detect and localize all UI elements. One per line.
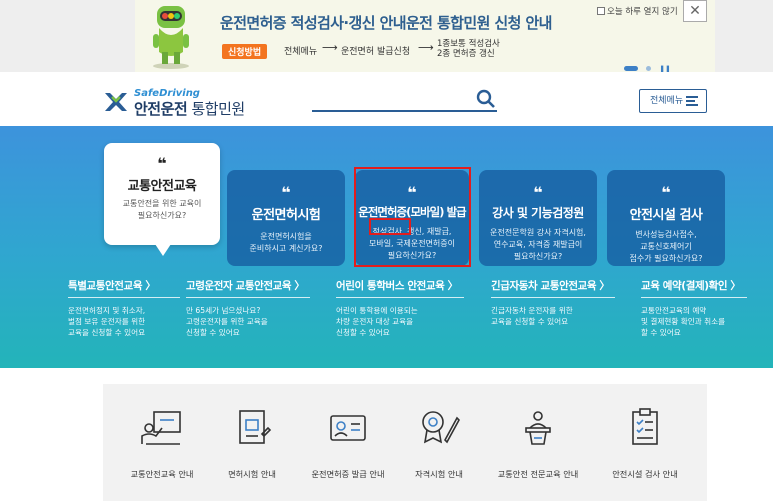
card-title: 강사 및 기능검정원 bbox=[492, 206, 584, 220]
card-title: 안전시설 검사 bbox=[629, 208, 703, 223]
card-description: 변사성능검사접수, 교통신호제어기 접수가 필요하신가요? bbox=[629, 230, 703, 263]
link-title[interactable]: 긴급자동차 교통안전교육 〉 bbox=[491, 278, 615, 298]
card-description: 운전면허시험을 준비하시고 계신가요? bbox=[249, 232, 323, 253]
banner-slider-indicator[interactable]: ❚❚ ▶ bbox=[624, 58, 674, 92]
link-description: 교통안전교육의 예약 및 결제현황 확인과 취소를 할 수 있어요 bbox=[641, 306, 726, 337]
close-banner-button[interactable]: ✕ bbox=[683, 0, 707, 22]
guide-label: 자격시험 안내 bbox=[415, 469, 463, 479]
link-title[interactable]: 특별교통안전교육 〉 bbox=[68, 278, 180, 298]
link-title[interactable]: 어린이 통학버스 안전교육 〉 bbox=[336, 278, 464, 298]
all-menu-button[interactable]: 전체메뉴 bbox=[639, 89, 707, 113]
guide-professional-education[interactable]: 교통안전 전문교육 안내 bbox=[490, 408, 586, 480]
link-elderly-driver-education[interactable]: 고령운전자 교통안전교육 〉 만 65세가 넘으셨나요? 고령운전자를 위한 교… bbox=[186, 278, 310, 338]
exam-paper-icon bbox=[239, 410, 272, 444]
apply-method-badge: 신청방법 bbox=[222, 44, 268, 59]
speech-bubble-tail bbox=[155, 244, 171, 256]
hamburger-icon bbox=[686, 96, 698, 106]
banner-step-options: 1종보통 적성검사 2종 면허증 갱신 bbox=[437, 39, 500, 59]
teacher-board-icon bbox=[141, 411, 181, 445]
card-traffic-safety-education[interactable]: ❝ 교통안전교육 교통안전을 위한 교육이 필요하신가요? bbox=[104, 143, 220, 245]
quote-icon: ❝ bbox=[661, 183, 671, 202]
card-safety-facility-inspection[interactable]: ❝ 안전시설 검사 변사성능검사접수, 교통신호제어기 접수가 필요하신가요? bbox=[607, 170, 725, 266]
card-license-exam[interactable]: ❝ 운전면허시험 운전면허시험을 준비하시고 계신가요? bbox=[227, 170, 345, 266]
license-card-icon bbox=[330, 415, 366, 441]
link-description: 만 65세가 넘으셨나요? 고령운전자를 위한 교육을 신청할 수 있어요 bbox=[186, 306, 268, 337]
traffic-light-mascot-icon bbox=[153, 6, 189, 69]
guide-label: 안전시설 검사 안내 bbox=[612, 469, 678, 479]
link-emergency-vehicle-education[interactable]: 긴급자동차 교통안전교육 〉 긴급자동차 운전자를 위한 교육을 신청할 수 있… bbox=[491, 278, 615, 327]
banner-title: 운전면허증 적성검사·갱신 안내운전 통합민원 신청 안내 bbox=[220, 14, 552, 32]
slide-indicator[interactable] bbox=[646, 66, 652, 71]
guide-label: 교통안전교육 안내 bbox=[130, 469, 194, 479]
guide-license-issue[interactable]: 운전면허증 발급 안내 bbox=[300, 408, 396, 480]
guide-license-exam[interactable]: 면허시험 안내 bbox=[204, 408, 300, 480]
card-description: 운전전문학원 강사 자격시험, 연수교육, 자격증 재발급이 필요하신가요? bbox=[490, 228, 586, 261]
hide-today-checkbox[interactable]: 오늘 하루 열지 않기 bbox=[597, 5, 678, 17]
link-description: 긴급자동차 운전자를 위한 교육을 신청할 수 있어요 bbox=[491, 306, 573, 326]
link-description: 어린이 통학용에 이용되는 차량 운전자 대상 교육을 신청할 수 있어요 bbox=[336, 306, 418, 337]
quote-icon: ❝ bbox=[157, 154, 167, 173]
checkbox-icon[interactable] bbox=[597, 7, 605, 15]
card-title: 교통안전교육 bbox=[127, 179, 197, 194]
card-description: 교통안전을 위한 교육이 필요하신가요? bbox=[122, 199, 202, 220]
guide-qualification-exam[interactable]: 자격시험 안내 bbox=[391, 408, 487, 480]
quote-icon: ❝ bbox=[533, 183, 543, 202]
guide-label: 운전면허증 발급 안내 bbox=[311, 469, 385, 479]
checklist-icon bbox=[632, 408, 658, 445]
card-title: 운전면허시험 bbox=[251, 208, 321, 223]
arrow-right-icon: ⟶ bbox=[418, 41, 434, 54]
guide-facility-inspection[interactable]: 안전시설 검사 안내 bbox=[597, 408, 693, 480]
guide-traffic-education[interactable]: 교통안전교육 안내 bbox=[114, 408, 210, 480]
banner-step-apply: 운전면허 발급신청 bbox=[341, 47, 411, 57]
quote-icon: ❝ bbox=[281, 183, 291, 202]
card-instructor-examiner[interactable]: ❝ 강사 및 기능검정원 운전전문학원 강사 자격시험, 연수교육, 자격증 재… bbox=[479, 170, 597, 266]
highlight-box-inner bbox=[369, 218, 411, 235]
link-reservation-check[interactable]: 교육 예약(결제)확인 〉 교통안전교육의 예약 및 결제현황 확인과 취소를 … bbox=[641, 278, 747, 338]
link-title[interactable]: 교육 예약(결제)확인 〉 bbox=[641, 278, 747, 298]
banner-step-menu: 전체메뉴 bbox=[284, 47, 318, 57]
guide-label: 면허시험 안내 bbox=[228, 469, 276, 479]
link-title[interactable]: 고령운전자 교통안전교육 〉 bbox=[186, 278, 310, 298]
logo-korean[interactable]: 안전운전 통합민원 bbox=[134, 98, 245, 119]
lecturer-podium-icon bbox=[525, 411, 551, 445]
highlight-box bbox=[354, 167, 471, 267]
link-special-education[interactable]: 특별교통안전교육 〉 운전면허정지 및 취소자, 벌점 보유 운전자를 위한 교… bbox=[68, 278, 180, 338]
link-school-bus-education[interactable]: 어린이 통학버스 안전교육 〉 어린이 통학용에 이용되는 차량 운전자 대상 … bbox=[336, 278, 464, 338]
guide-label: 교통안전 전문교육 안내 bbox=[497, 469, 579, 479]
slide-indicator-active[interactable] bbox=[624, 66, 638, 71]
link-description: 운전면허정지 및 취소자, 벌점 보유 운전자를 위한 교육을 신청할 수 있어… bbox=[68, 306, 146, 337]
search-input[interactable] bbox=[312, 110, 497, 112]
logo-cross-icon[interactable] bbox=[103, 89, 129, 115]
search-icon[interactable] bbox=[476, 89, 496, 109]
certificate-pen-icon bbox=[422, 411, 460, 444]
arrow-right-icon: ⟶ bbox=[322, 41, 338, 54]
